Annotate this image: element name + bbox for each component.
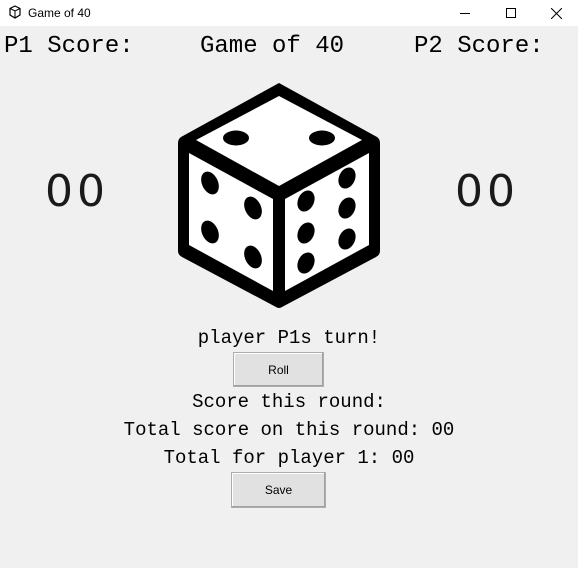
dice-icon	[9, 5, 21, 19]
minimize-icon	[460, 13, 470, 14]
roll-button[interactable]: Roll	[233, 352, 324, 387]
minimize-button[interactable]	[442, 0, 488, 26]
total-score-round-label: Total score on this round: 00	[123, 419, 455, 441]
p2-score-label: P2 Score:	[414, 33, 544, 60]
dice-icon	[178, 83, 380, 308]
window-title: Game of 40	[28, 6, 91, 20]
save-button[interactable]: Save	[231, 472, 326, 508]
score-this-round-label: Score this round:	[192, 391, 386, 413]
p2-score-value: 00	[455, 166, 519, 217]
total-player-label: Total for player 1: 00	[163, 447, 415, 469]
maximize-button[interactable]	[488, 0, 534, 26]
maximize-icon	[506, 8, 516, 18]
turn-indicator: player P1s turn!	[197, 327, 381, 349]
close-icon	[550, 7, 562, 19]
title-bar[interactable]: Game of 40	[0, 0, 578, 26]
p1-score-value: 00	[45, 166, 109, 217]
p1-score-label: P1 Score:	[4, 33, 134, 60]
close-button[interactable]	[533, 0, 578, 26]
game-title: Game of 40	[200, 33, 345, 60]
